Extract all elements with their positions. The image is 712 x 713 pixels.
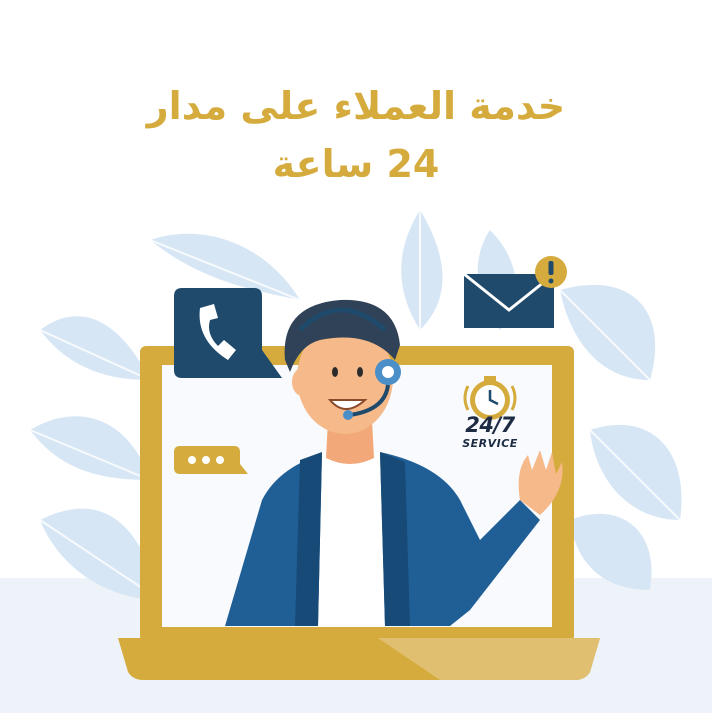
service-badge-hours: 24/7 [465,413,515,437]
alert-icon [535,256,567,288]
service-badge-label: SERVICE [462,437,518,450]
support-illustration [0,210,712,713]
chat-dots-icon [174,446,248,474]
phone-bubble [174,288,282,378]
